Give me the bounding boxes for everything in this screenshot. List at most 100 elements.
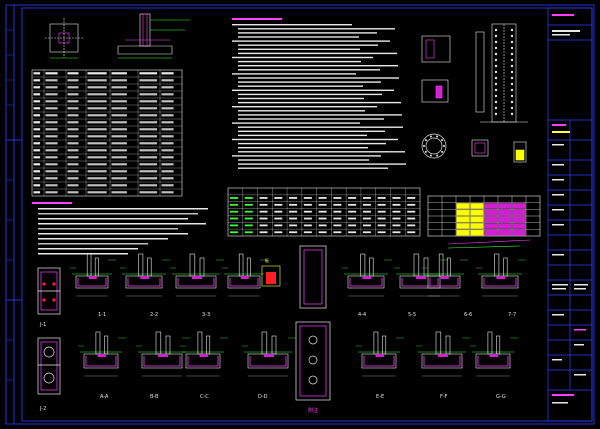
notes-heading [32, 202, 72, 204]
rebar-dot [494, 106, 498, 110]
general-notes-line [238, 28, 395, 30]
rebar-hatch [264, 354, 274, 357]
table-cell-text [33, 79, 41, 82]
schedule-cell-fill [498, 203, 512, 209]
rebar-dot [494, 34, 498, 38]
red-tag-label: 板 [265, 257, 269, 263]
rebar-dot [494, 82, 498, 86]
general-notes-line [232, 155, 381, 157]
notes-line [38, 243, 148, 245]
mid-table-cell-text [392, 203, 401, 206]
table-cell-text [139, 170, 158, 173]
table-cell-text [139, 156, 158, 159]
table-cell-text [139, 121, 158, 124]
rebar-dot [494, 64, 498, 68]
table-cell-text [67, 86, 79, 89]
table-cell-text [33, 163, 41, 166]
table-cell-text [33, 107, 41, 110]
schedule-cell-fill [470, 203, 484, 209]
general-notes-line [238, 44, 378, 46]
schedule-cell-fill [470, 216, 484, 223]
mid-table-cell-text [407, 224, 416, 227]
general-notes-line [238, 52, 397, 55]
rebar-dot [510, 64, 514, 68]
table-cell-text [87, 86, 107, 89]
mid-table-cell-text [303, 197, 312, 199]
notes-line [38, 233, 188, 235]
schedule-cell-fill [470, 209, 484, 216]
notes-line [38, 218, 188, 220]
table-cell-text [139, 100, 158, 103]
table-cell-text [139, 128, 158, 131]
general-notes-line [238, 147, 368, 149]
table-cell-text [161, 135, 174, 138]
mid-table-cell-text [259, 210, 268, 213]
rebar-hatch [140, 276, 150, 279]
schedule-cell-fill [484, 223, 498, 229]
table-cell-text [87, 142, 107, 145]
table-cell-text [87, 128, 107, 131]
table-cell-text [161, 170, 174, 173]
table-cell-text [67, 79, 79, 82]
rebar-hatch [489, 354, 499, 357]
general-notes-line [238, 60, 361, 63]
mid-table-cell-text [362, 231, 371, 234]
section-label-f: F-F [440, 394, 448, 400]
rebar-hatch [375, 354, 385, 357]
general-notes-line [238, 101, 401, 104]
pile-rebar-dot [429, 135, 432, 138]
mid-table-cell-text [392, 231, 401, 234]
section-label-3-3: 3-3 [202, 312, 210, 318]
rebar-hatch [440, 276, 449, 279]
mid-table-cell-text [303, 224, 312, 227]
table-cell-text [67, 121, 79, 124]
mid-table-cell-text [289, 197, 298, 199]
mid-table-cell-text [230, 203, 238, 206]
mid-table-cell-text [377, 217, 386, 220]
general-notes-line [232, 24, 352, 26]
pile-rebar-dot [424, 150, 427, 153]
table-cell-text [67, 100, 79, 103]
mid-table-cell-text [407, 231, 416, 234]
table-cell-text [45, 156, 58, 159]
table-cell-text [87, 100, 107, 103]
rebar-dot [494, 58, 498, 62]
rebar-dot [510, 46, 514, 50]
table-cell-text [139, 93, 158, 96]
rebar-dot [510, 70, 514, 74]
table-cell-text [111, 114, 127, 117]
table-cell-text [33, 100, 41, 103]
schedule-cell-fill [512, 223, 526, 229]
table-cell-text [67, 163, 79, 166]
pile-top-label: J-1 [39, 322, 46, 328]
notes-line [38, 248, 138, 250]
general-notes-line [232, 138, 398, 141]
schedule-cell-fill [498, 209, 512, 216]
section-label-b: B-B [150, 394, 159, 400]
general-notes-line [232, 40, 390, 42]
table-cell-text [111, 100, 127, 103]
schedule-cell-fill [456, 209, 470, 216]
schedule-cell-fill [498, 229, 512, 236]
mid-table-cell-text [289, 217, 298, 220]
mid-table-cell-text [392, 197, 401, 199]
table-cell-text [139, 149, 158, 152]
mid-table-cell-text [377, 224, 386, 227]
mid-table-cell-text [407, 203, 416, 206]
table-cell-text [111, 184, 127, 187]
table-cell-text [87, 184, 107, 187]
table-cell-text [33, 86, 41, 89]
schedule-cell-fill [484, 216, 498, 223]
table-cell-text [111, 79, 127, 82]
table-cell-text [33, 135, 41, 138]
mid-table-cell-text [274, 231, 283, 234]
general-notes-line [232, 122, 360, 124]
table-cell-text [111, 93, 127, 96]
general-notes-line [238, 130, 385, 132]
mid-table-cell-text [407, 197, 416, 199]
table-cell-text [45, 170, 58, 173]
table-cell-text [45, 86, 58, 89]
notes-line [38, 238, 168, 240]
schedule-cell-fill [484, 203, 498, 209]
schedule-cell-fill [512, 209, 526, 216]
